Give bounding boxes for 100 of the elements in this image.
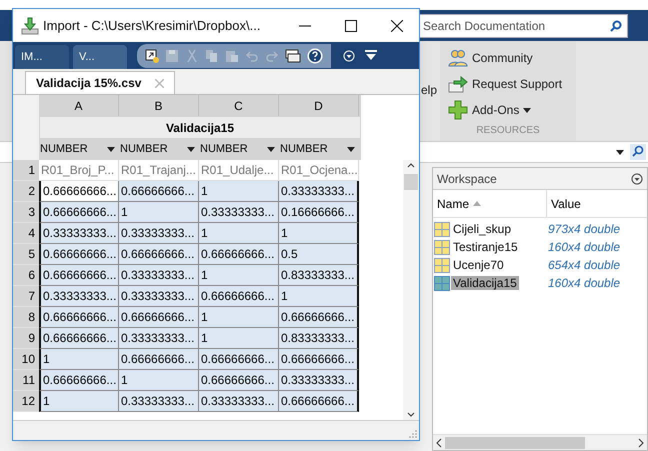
table-cell[interactable]: 0.66666666... [39,202,119,223]
variable-name[interactable]: Testiranje15 [451,240,520,254]
group-label: Validacija15 [166,120,234,136]
matrix-icon [434,240,450,254]
table-cell[interactable]: 1 [119,202,199,223]
windows-icon[interactable] [285,48,301,62]
row-number: 11 [13,370,39,391]
toolstrip-tab[interactable]: V... [73,45,127,69]
table-cell[interactable]: 0.66666666... [119,244,199,265]
table-cell[interactable]: 0.66666666... [119,349,199,370]
table-cell[interactable]: 0.33333333... [119,391,199,412]
table-cell[interactable]: 1 [199,265,279,286]
table-cell[interactable]: 0.66666666... [39,307,119,328]
panel-title: Workspace [437,170,497,188]
row-number: 6 [13,265,39,286]
type-dropdown[interactable]: NUMBER [199,139,279,160]
table-cell[interactable]: 0.33333333... [119,286,199,307]
table-cell[interactable]: 0.66666666... [39,328,119,349]
row-number: 3 [13,202,39,223]
table-cell[interactable]: 0.33333333... [199,202,279,223]
scrollbar-thumb[interactable] [445,436,585,448]
table-cell[interactable]: 0.66666666... [119,307,199,328]
search-field[interactable]: Search Documentation [418,14,628,38]
table-cell[interactable]: 0.66666666... [199,370,279,391]
resource-button[interactable]: Request Support [448,73,576,95]
table-cell[interactable]: 0.66666666... [279,349,359,370]
type-dropdown[interactable]: NUMBER [119,139,199,160]
type-dropdown[interactable]: NUMBER [39,139,119,160]
table-cell[interactable]: 0.66666666... [279,307,359,328]
resize-grip-icon[interactable] [409,430,417,438]
people-icon [448,49,468,67]
row-number: 5 [13,244,39,265]
table-cell[interactable]: 0.83333333... [279,328,359,349]
matrix-icon [434,222,450,236]
table-cell[interactable]: 0.66666666... [119,181,199,202]
table-cell[interactable]: 0.66666666... [199,286,279,307]
table-cell[interactable]: 0.83333333... [279,265,359,286]
variable-name[interactable]: Ucenje70 [451,258,506,272]
document-tab[interactable]: Validacija 15%.csv [25,71,176,94]
circle-caret-icon[interactable] [631,172,643,184]
table-cell[interactable]: 0.33333333... [279,370,359,391]
table-cell[interactable]: 0.33333333... [39,286,119,307]
resource-button[interactable]: Community [448,47,576,69]
caret-icon [107,147,115,152]
resource-button[interactable]: Add-Ons [448,99,576,121]
variable-value: 160x4 double [548,275,620,292]
envelope-arrow-icon [448,75,468,93]
new-file-icon[interactable] [145,48,159,62]
table-cell[interactable]: R01_Broj_P... [39,160,119,181]
scrollbar-thumb[interactable] [404,174,418,190]
row-number: 9 [13,328,39,349]
table-cell[interactable]: 0.33333333... [119,223,199,244]
maximize-icon[interactable] [345,20,357,32]
variable-name[interactable]: Validacija15 [451,276,519,290]
table-cell[interactable]: 0.33333333... [279,181,359,202]
table-cell[interactable]: 1 [279,223,359,244]
collapse-icon[interactable] [365,50,377,62]
table-cell[interactable]: 0.66666666... [279,391,359,412]
column-header[interactable]: Value [547,190,647,217]
help-icon[interactable] [307,48,323,64]
variable-value: 160x4 double [548,239,620,256]
search-icon [610,20,622,32]
import-icon [21,16,39,34]
table-cell[interactable]: 0.66666666... [39,181,119,202]
table-cell[interactable]: 0.66666666... [199,349,279,370]
toolstrip-tab[interactable]: IM... [15,45,69,69]
table-cell[interactable]: 0.33333333... [119,265,199,286]
sort-arrow-icon [473,201,482,206]
table-cell[interactable]: 0.16666666... [279,202,359,223]
variable-value: 654x4 double [548,257,620,274]
type-dropdown[interactable]: NUMBER [279,139,359,160]
close-icon[interactable] [391,20,403,32]
row-number: 4 [13,223,39,244]
column-header[interactable]: Name [433,190,547,217]
table-cell[interactable]: 1 [39,391,119,412]
table-cell[interactable]: 0.66666666... [39,370,119,391]
caret-icon [347,147,355,152]
table-cell[interactable]: 1 [199,181,279,202]
table-cell[interactable]: 0.33333333... [199,391,279,412]
help-label[interactable]: elp [421,81,438,99]
table-cell[interactable]: 1 [119,370,199,391]
table-cell[interactable]: R01_Trajanj... [119,160,199,181]
variable-name[interactable]: Cijeli_skup [451,222,514,236]
table-cell[interactable]: 1 [199,307,279,328]
table-cell[interactable]: 0.66666666... [39,265,119,286]
table-cell[interactable]: 0.33333333... [39,223,119,244]
table-cell[interactable]: R01_Ocjena... [279,160,359,181]
caret-icon[interactable] [616,150,624,154]
variable-value: 973x4 double [548,221,620,238]
row-number: 7 [13,286,39,307]
table-cell[interactable]: 0.66666666... [39,244,119,265]
table-cell[interactable]: 0.5 [279,244,359,265]
table-cell[interactable]: 0.33333333... [119,328,199,349]
table-cell[interactable]: 1 [39,349,119,370]
search-icon[interactable] [630,144,646,160]
table-cell[interactable]: R01_Udalje... [199,160,279,181]
table-cell[interactable]: 0.66666666... [199,244,279,265]
table-cell[interactable]: 1 [279,286,359,307]
table-cell[interactable]: 1 [199,223,279,244]
table-cell[interactable]: 1 [199,328,279,349]
